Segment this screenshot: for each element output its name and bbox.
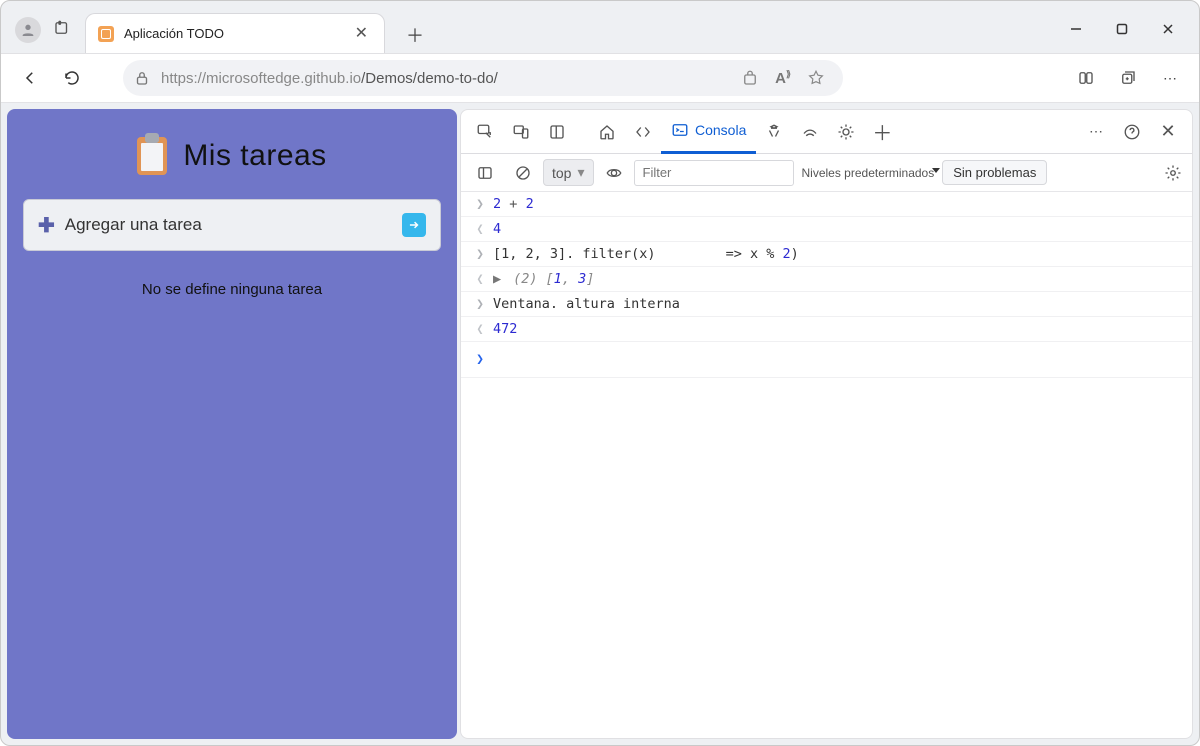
- console-token: Ventana. altura interna: [493, 296, 680, 312]
- issues-button[interactable]: Sin problemas: [942, 160, 1047, 185]
- console-output-row: 472: [461, 317, 1192, 342]
- clipboard-icon: [137, 137, 167, 175]
- split-screen-icon[interactable]: [1065, 57, 1107, 99]
- console-input-row: 2 + 2: [461, 192, 1192, 217]
- shopping-icon[interactable]: [741, 69, 759, 87]
- console-token: 2: [782, 246, 790, 262]
- console-toolbar: top ▾ Niveles predeterminados Sin proble…: [461, 154, 1192, 192]
- console-token: +: [509, 196, 517, 212]
- output-arrow-icon: [476, 272, 485, 287]
- tab-close-button[interactable]: ✕: [351, 22, 372, 46]
- output-arrow-icon: [476, 322, 485, 337]
- log-levels-label: Niveles predeterminados: [802, 166, 935, 180]
- browser-tab[interactable]: Aplicación TODO ✕: [85, 13, 385, 53]
- console-prompt-row[interactable]: [461, 342, 1192, 378]
- tab-favicon-icon: [98, 26, 114, 42]
- performance-tab-icon[interactable]: [828, 114, 864, 150]
- refresh-button[interactable]: [51, 57, 93, 99]
- console-input-row: Ventana. altura interna: [461, 292, 1192, 317]
- console-token: ): [791, 246, 799, 262]
- context-selector[interactable]: top ▾: [543, 159, 594, 186]
- devtools-help-icon[interactable]: [1114, 114, 1150, 150]
- collections-icon[interactable]: [1107, 57, 1149, 99]
- plus-icon: ✚: [38, 213, 55, 238]
- content-area: Mis tareas ✚ Agregar una tarea No se def…: [7, 109, 1193, 739]
- window-close-button[interactable]: [1145, 9, 1191, 49]
- console-settings-icon[interactable]: [1160, 160, 1186, 186]
- output-arrow-icon: [476, 222, 485, 237]
- console-token: (2): [513, 271, 537, 287]
- lock-icon: [133, 69, 151, 87]
- submit-task-button[interactable]: [402, 213, 426, 237]
- chevron-down-icon: [932, 168, 940, 173]
- live-expression-icon[interactable]: [596, 155, 632, 191]
- favorite-star-icon[interactable]: [807, 69, 825, 87]
- console-result: 472: [493, 321, 517, 337]
- console-token: 3: [578, 271, 586, 287]
- console-token: 2: [493, 196, 501, 212]
- tab-actions-icon[interactable]: [53, 19, 71, 37]
- input-arrow-icon: [475, 197, 485, 212]
- window-maximize-button[interactable]: [1099, 9, 1145, 49]
- devtools-panel: Consola ＋ ⋯ ✕ top ▾: [460, 109, 1193, 739]
- read-aloud-icon[interactable]: A⟫: [775, 69, 791, 87]
- profile-avatar-icon[interactable]: [15, 17, 41, 43]
- log-levels-dropdown[interactable]: Niveles predeterminados: [802, 166, 935, 180]
- elements-tab-icon[interactable]: [625, 114, 661, 150]
- input-arrow-icon: [475, 247, 485, 262]
- devtools-tabbar: Consola ＋ ⋯ ✕: [461, 110, 1192, 154]
- console-icon: [671, 121, 689, 139]
- add-task-input[interactable]: ✚ Agregar una tarea: [23, 199, 441, 251]
- network-tab-icon[interactable]: [792, 114, 828, 150]
- devtools-overflow-button[interactable]: ⋯: [1078, 114, 1114, 150]
- expand-arrow-icon[interactable]: ▶: [493, 271, 501, 287]
- browser-window: Aplicación TODO ✕ ＋ https://microsoftedg…: [0, 0, 1200, 746]
- sidebar-toggle-icon[interactable]: [467, 155, 503, 191]
- url-path: /Demos/demo-to-do/: [361, 70, 498, 87]
- window-controls: [1053, 9, 1199, 49]
- title-bar: Aplicación TODO ✕ ＋: [1, 1, 1199, 53]
- more-menu-button[interactable]: ⋯: [1149, 57, 1191, 99]
- add-task-placeholder: Agregar una tarea: [65, 215, 402, 235]
- console-token: [1, 2, 3]. filter(x): [493, 246, 656, 262]
- issues-label: Sin problemas: [953, 165, 1036, 180]
- page-heading-text: Mis tareas: [183, 139, 326, 173]
- input-arrow-icon: [475, 297, 485, 312]
- empty-task-message: No se define ninguna tarea: [7, 281, 457, 298]
- page-title: Mis tareas: [7, 137, 457, 175]
- device-emulation-icon[interactable]: [503, 114, 539, 150]
- new-tab-button[interactable]: ＋: [397, 17, 433, 53]
- url-text: https://microsoftedge.github.io/Demos/de…: [161, 70, 733, 87]
- console-token: 1: [554, 271, 562, 287]
- inspect-element-icon[interactable]: [467, 114, 503, 150]
- more-tabs-button[interactable]: ＋: [864, 114, 900, 150]
- clear-console-icon[interactable]: [505, 155, 541, 191]
- dock-side-icon[interactable]: [539, 114, 575, 150]
- context-label: top: [552, 165, 571, 181]
- address-bar[interactable]: https://microsoftedge.github.io/Demos/de…: [123, 60, 843, 96]
- url-host: https://microsoftedge.github.io: [161, 70, 361, 87]
- console-token: => x %: [726, 246, 775, 262]
- console-result: 4: [493, 221, 501, 237]
- console-output-row: 4: [461, 217, 1192, 242]
- console-output-row: ▶ (2) [1, 3]: [461, 267, 1192, 292]
- welcome-tab-icon[interactable]: [589, 114, 625, 150]
- sources-tab-icon[interactable]: [756, 114, 792, 150]
- console-filter-input[interactable]: [634, 160, 794, 186]
- rendered-webpage: Mis tareas ✚ Agregar una tarea No se def…: [7, 109, 457, 739]
- address-toolbar: https://microsoftedge.github.io/Demos/de…: [1, 53, 1199, 103]
- devtools-close-button[interactable]: ✕: [1150, 114, 1186, 150]
- back-button[interactable]: [9, 57, 51, 99]
- console-token: 2: [526, 196, 534, 212]
- console-tab-label: Consola: [695, 122, 746, 138]
- prompt-arrow-icon: [475, 352, 485, 367]
- console-messages[interactable]: 2 + 2 4 [1, 2, 3]. filter(x) => x % 2) ▶ …: [461, 192, 1192, 738]
- tab-title: Aplicación TODO: [124, 26, 351, 41]
- window-minimize-button[interactable]: [1053, 9, 1099, 49]
- console-input-row: [1, 2, 3]. filter(x) => x % 2): [461, 242, 1192, 267]
- console-tab[interactable]: Consola: [661, 110, 756, 154]
